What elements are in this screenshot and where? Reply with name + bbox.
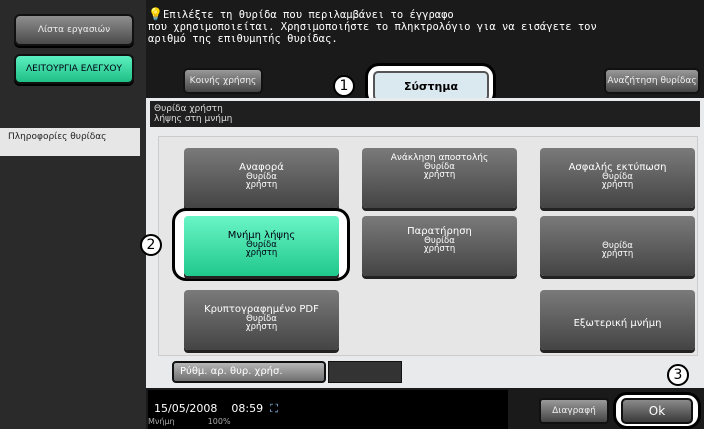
- box-report[interactable]: Αναφορά Θυρίδα χρήστη: [184, 148, 339, 208]
- left-panel: Λίστα εργασιών ΛΕΙΤΟΥΡΓΙΑ ΕΛΕΓΧΟΥ Πληροφ…: [0, 0, 146, 429]
- callout-number-1: 1: [333, 75, 355, 97]
- box-sub-2: χρήστη: [245, 322, 278, 332]
- status-date: 15/05/2008: [154, 402, 218, 415]
- memory-status: Μνήμη 100%: [148, 417, 231, 426]
- lightbulb-icon: 💡: [148, 7, 163, 21]
- callout-number-2: 2: [140, 234, 162, 256]
- tab-public[interactable]: Κοινής χρήσης: [183, 68, 263, 94]
- box-secure-print[interactable]: Ασφαλής εκτύπωση Θυρίδα χρήστη: [540, 148, 695, 208]
- status-time: 08:59: [231, 402, 264, 415]
- tab-system[interactable]: Σύστημα: [373, 71, 489, 101]
- utility-button[interactable]: ΛΕΙΤΟΥΡΓΙΑ ΕΛΕΓΧΟΥ: [14, 54, 134, 84]
- callout-number-3: 3: [667, 364, 689, 386]
- memory-label: Μνήμη: [148, 417, 175, 426]
- network-icon: ⛶: [270, 402, 278, 415]
- ok-button[interactable]: Ok: [621, 398, 693, 424]
- box-info-tab[interactable]: Πληροφορίες θυρίδας: [0, 128, 140, 156]
- panel-title-line-2: λήψης στη μνήμη: [154, 114, 233, 124]
- box-sub-2: χρήστη: [601, 249, 634, 259]
- box-sub-2: χρήστη: [245, 180, 278, 190]
- panel-title-line-1: Θυρίδα χρήστη: [154, 104, 223, 114]
- box-sub-2: χρήστη: [245, 248, 278, 258]
- box-number-settings-button[interactable]: Ρύθμ. αρ. θυρ. χρήσ.: [172, 361, 326, 383]
- message-line-2: που χρησιμοποιείται. Χρησιμοποιήστε το π…: [148, 21, 597, 33]
- box-external-memory[interactable]: Εξωτερική μνήμη: [540, 290, 695, 350]
- box-encrypted-pdf[interactable]: Κρυπτογραφημένο PDF Θυρίδα χρήστη: [184, 290, 339, 350]
- box-annotation[interactable]: Παρατήρηση Θυρίδα χρήστη: [362, 216, 517, 276]
- instruction-message: 💡Επιλέξτε τη θυρίδα που περιλαμβάνει το …: [148, 8, 688, 45]
- box-title: Εξωτερική μνήμη: [573, 318, 662, 329]
- screen: Λίστα εργασιών ΛΕΙΤΟΥΡΓΙΑ ΕΛΕΓΧΟΥ Πληροφ…: [0, 0, 704, 429]
- box-polling[interactable]: Ανάκληση αποστολής Θυρίδα χρήστη: [362, 148, 517, 208]
- box-memory-rx[interactable]: Μνήμη λήψης Θυρίδα χρήστη: [184, 216, 339, 276]
- box-number-field[interactable]: [328, 361, 402, 383]
- box-sub-2: χρήστη: [423, 170, 456, 180]
- message-line-1: Επιλέξτε τη θυρίδα που περιλαμβάνει το έ…: [162, 9, 454, 21]
- box-sub-2: χρήστη: [423, 244, 456, 254]
- box-empty[interactable]: Θυρίδα χρήστη: [540, 216, 695, 276]
- box-sub-2: χρήστη: [601, 180, 634, 190]
- message-line-3: αριθμό της επιθυμητής θυρίδας.: [148, 33, 338, 45]
- search-box-button[interactable]: Αναζήτηση θυρίδας: [604, 68, 700, 94]
- memory-value: 100%: [207, 417, 231, 426]
- delete-button[interactable]: Διαγραφή: [539, 398, 609, 424]
- panel-title: Θυρίδα χρήστη λήψης στη μνήμη: [150, 101, 700, 127]
- job-list-button[interactable]: Λίστα εργασιών: [14, 14, 134, 46]
